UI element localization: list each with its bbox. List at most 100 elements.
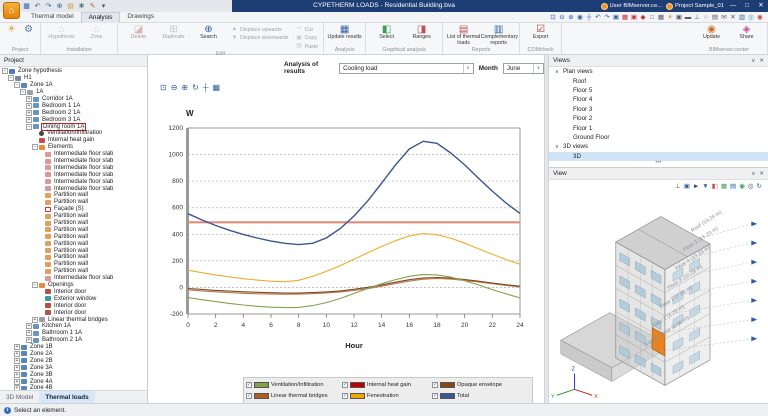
collapse-toggle-icon[interactable]: −	[8, 75, 14, 82]
zone-button[interactable]: ⌂ Zone	[79, 24, 114, 41]
minimize-button[interactable]: —	[728, 0, 738, 12]
panel-collapse-icon[interactable]: ∨	[751, 171, 755, 177]
tree-item-interior-door[interactable]: Interior door	[0, 289, 147, 296]
settings-icon[interactable]: ✱	[77, 2, 86, 11]
tree-item-interior-door[interactable]: Interior door	[0, 302, 147, 309]
legend-checkbox[interactable]: ✓	[432, 392, 438, 399]
export-button[interactable]: ☑ Export	[523, 24, 558, 41]
tab-analysis[interactable]: Analysis	[80, 11, 121, 23]
tree-item-zone-4a[interactable]: + Zone 4A	[0, 378, 147, 385]
legend-checkbox[interactable]: ✓	[246, 392, 252, 399]
legend-checkbox[interactable]: ✓	[246, 381, 252, 388]
floor-visibility-marker[interactable]	[751, 221, 758, 227]
tree-item-bedroom-2-1a[interactable]: + Bedroom 2 1A	[0, 109, 147, 116]
view-item-ground-floor[interactable]: Ground Floor	[549, 133, 768, 142]
zoom-out-icon[interactable]: ⊖	[171, 83, 178, 93]
grid-icon[interactable]: ▦	[657, 13, 665, 22]
zoom-window-icon[interactable]: ⊡	[549, 13, 557, 22]
displace-downwards-button[interactable]: ▼ Displace downwards	[231, 35, 289, 42]
tree-item-ventilation-infiltration[interactable]: Ventilation/Infiltration	[0, 130, 147, 137]
expand-toggle-icon[interactable]: +	[14, 344, 20, 351]
zoom-in-icon[interactable]: ⊕	[567, 13, 575, 22]
tree-item-bedroom-1-1a[interactable]: + Bedroom 1 1A	[0, 102, 147, 109]
floor-visibility-marker[interactable]	[751, 278, 758, 284]
close-button[interactable]: ✕	[756, 0, 766, 12]
tree-item-partition-wall[interactable]: Partition wall	[0, 254, 147, 261]
tree-item-intermediate-floor-slab[interactable]: Intermediate floor slab	[0, 164, 147, 171]
tree-item-partition-wall[interactable]: Partition wall	[0, 213, 147, 220]
expand-toggle-icon[interactable]: +	[14, 357, 20, 364]
rotate-icon[interactable]: ↻	[757, 182, 762, 191]
tools-icon[interactable]: ✕	[729, 13, 737, 22]
tree-item-1a[interactable]: −1A	[0, 89, 147, 96]
duplicate-button[interactable]: ⊞ Duplicate	[156, 24, 191, 41]
magnet-icon[interactable]: ◆	[639, 13, 647, 22]
tree-item-partition-wall[interactable]: Partition wall	[0, 240, 147, 247]
ref-lock-icon[interactable]: ▣	[630, 13, 638, 22]
save-icon[interactable]: ▦	[22, 2, 31, 11]
paste-button[interactable]: ▤ Paste	[296, 43, 318, 50]
expand-toggle-icon[interactable]: +	[26, 323, 32, 330]
refresh-icon[interactable]: ↻	[192, 83, 199, 93]
open-icon[interactable]: ▤	[66, 2, 75, 11]
panel-collapse-icon[interactable]: ∨	[751, 58, 755, 64]
tree-item-zone-3b[interactable]: + Zone 3B	[0, 371, 147, 378]
ref-edit-icon[interactable]: ▦	[621, 13, 629, 22]
maximize-button[interactable]: □	[742, 0, 752, 12]
list-of-thermal-loads-button[interactable]: ▤ List of thermal loads	[446, 24, 481, 46]
tree-item-partition-wall[interactable]: Partition wall	[0, 233, 147, 240]
screenshot-icon[interactable]: ▣	[612, 13, 620, 22]
undo-icon[interactable]: ↶	[33, 2, 42, 11]
tree-item-zone-hypothesis[interactable]: − Zone hypothesis	[0, 68, 147, 75]
tab-drawings[interactable]: Drawings	[120, 12, 161, 22]
floor-visibility-marker[interactable]	[751, 259, 758, 265]
tree-item-zone-2a[interactable]: + Zone 2A	[0, 350, 147, 358]
tree-item-h1[interactable]: − H1	[0, 75, 147, 82]
floor-visibility-marker[interactable]	[751, 240, 758, 246]
complementary-reports-button[interactable]: ▥ Complementary reports	[481, 24, 518, 46]
tree-item-exterior-window[interactable]: Exterior window	[0, 295, 147, 302]
tree-item-interior-door[interactable]: Interior door	[0, 309, 147, 316]
legend-checkbox[interactable]: ✓	[342, 381, 348, 388]
expand-toggle-icon[interactable]: +	[26, 337, 32, 344]
view-item-floor-5[interactable]: Floor 5	[549, 86, 768, 95]
perpendicular-icon[interactable]: ⊥	[693, 13, 701, 22]
split-icon[interactable]: ◧	[712, 182, 718, 191]
view-item-floor-1[interactable]: Floor 1	[549, 123, 768, 132]
tree-item-linear-thermal-bridges[interactable]: + Linear thermal bridges	[0, 316, 147, 323]
collapse-toggle-icon[interactable]: −	[32, 144, 38, 151]
tree-item-internal-heat-gain[interactable]: Internal heat gain	[0, 137, 147, 144]
collapse-toggle-icon[interactable]: −	[14, 82, 20, 89]
tree-item-intermediate-floor-slab[interactable]: Intermediate floor slab	[0, 171, 147, 178]
tree-item-bathroom-1-1a[interactable]: + Bathroom 1 1A	[0, 330, 147, 337]
expand-toggle-icon[interactable]: +	[32, 316, 38, 323]
tree-item-zone-3a[interactable]: + Zone 3A	[0, 364, 147, 371]
select-button[interactable]: ◧ Select	[369, 24, 404, 41]
ranges-button[interactable]: ◨ Ranges	[404, 24, 439, 41]
tree-item-corridor-1a[interactable]: + Corridor 1A	[0, 96, 147, 103]
tree-item-intermediate-floor-slab[interactable]: Intermediate floor slab	[0, 158, 147, 165]
zoom-out-icon[interactable]: ⊖	[558, 13, 566, 22]
expand-toggle-icon[interactable]: +	[26, 109, 32, 116]
legend-checkbox[interactable]: ✓	[432, 381, 438, 388]
tree-item-bathroom-2-1a[interactable]: + Bathroom 2 1A	[0, 337, 147, 344]
tree-item-kitchen-1a[interactable]: + Kitchen 1A	[0, 323, 147, 330]
expand-toggle-icon[interactable]: +	[26, 330, 32, 337]
project-weather-button[interactable]: ☀	[3, 24, 20, 35]
zoom-in-icon[interactable]: ⊕	[181, 83, 188, 93]
light-icon[interactable]: ☀	[666, 13, 674, 22]
view-item-floor-2[interactable]: Floor 2	[549, 114, 768, 123]
views-group-plan-views[interactable]: ∨ Plan views	[549, 67, 768, 76]
panel-close-icon[interactable]: ✕	[759, 58, 764, 64]
tree-item-dining-room-1a[interactable]: − Dining room 1A	[0, 122, 147, 131]
search-button[interactable]: ⊕ Search	[191, 24, 226, 41]
view-item-floor-3[interactable]: Floor 3	[549, 105, 768, 114]
globe-icon[interactable]: ◎	[747, 13, 755, 22]
collapse-toggle-icon[interactable]: −	[26, 123, 32, 130]
tree-item-partition-wall[interactable]: Partition wall	[0, 268, 147, 275]
pan-icon[interactable]: ┼	[203, 83, 209, 93]
help-icon[interactable]: ◉	[756, 13, 764, 22]
tree-item-partition-wall[interactable]: Partition wall	[0, 261, 147, 268]
tab-thermal-model[interactable]: Thermal model	[24, 12, 81, 22]
axes-icon[interactable]: ⊥	[675, 182, 681, 191]
